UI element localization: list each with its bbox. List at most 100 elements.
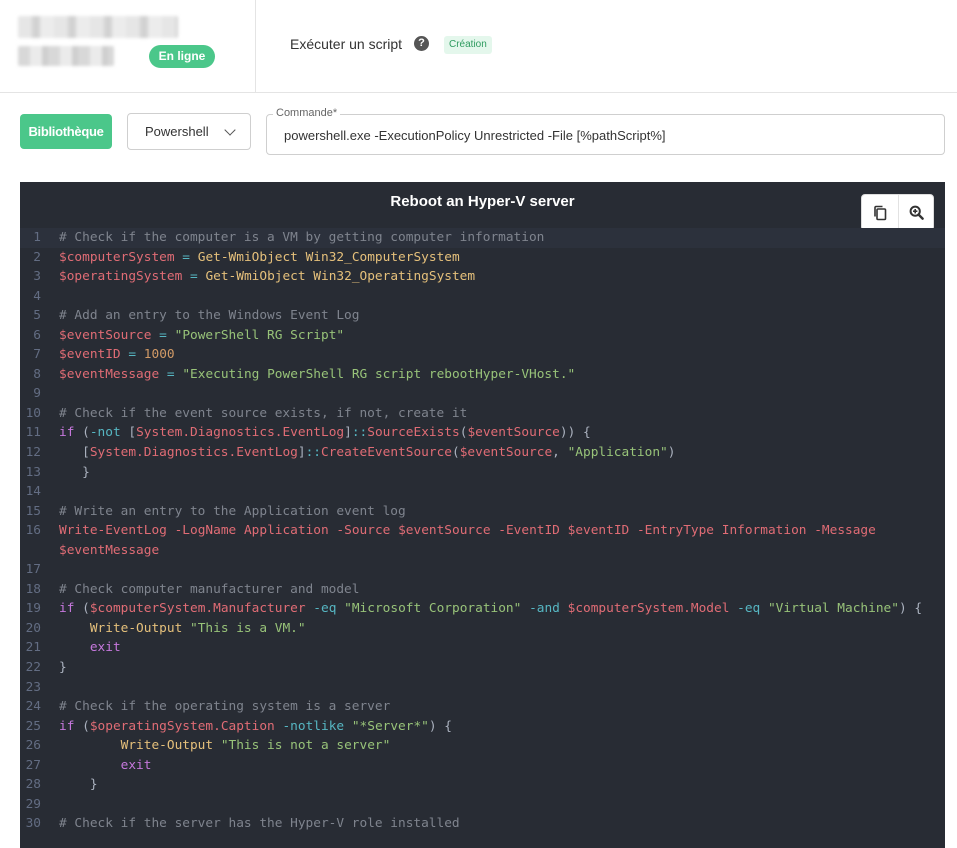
code-token: System.Diagnostics.EventLog xyxy=(89,445,298,461)
chevron-down-icon xyxy=(224,124,236,136)
code-token: if xyxy=(59,718,75,734)
header-bar: En ligne Exécuter un script ? Création xyxy=(0,0,957,93)
code-token: ] xyxy=(297,445,306,461)
code-token: # Add an entry to the Windows Event Log xyxy=(59,308,360,324)
copy-icon xyxy=(874,205,887,220)
line-number: 22 xyxy=(25,660,41,676)
code-token: exit xyxy=(120,757,152,773)
code-line: 20 Write-Output "This is a VM." xyxy=(20,619,945,639)
code-line: 29 xyxy=(20,795,945,815)
code-token: ( xyxy=(451,445,460,461)
status-badge: En ligne xyxy=(149,45,215,68)
editor-toolbar xyxy=(861,194,934,231)
code-line: 15 # Write an entry to the Application ev… xyxy=(20,502,945,522)
code-token: ) { xyxy=(898,601,923,617)
line-number: 16 xyxy=(25,523,41,539)
code-token: )) { xyxy=(559,425,591,441)
code-token: -Source xyxy=(336,523,391,539)
code-line: 2 $computerSystem = Get-WmiObject Win32_C… xyxy=(20,248,945,268)
code-token: ] xyxy=(344,425,352,441)
command-field[interactable]: Commande* powershell.exe -ExecutionPolic… xyxy=(266,107,945,155)
code-token: Write-Output xyxy=(120,738,214,754)
code-token: CreateEventSource xyxy=(321,445,452,461)
code-token: $eventID xyxy=(59,347,121,363)
code-text: # Check if the operating system is a ser… xyxy=(59,697,390,717)
code-text: Write-Output "This is a VM." xyxy=(59,619,306,639)
code-text: $eventMessage xyxy=(59,541,159,561)
command-input[interactable]: powershell.exe -ExecutionPolicy Unrestri… xyxy=(284,128,666,143)
code-line: 6 $eventSource = "PowerShell RG Script" xyxy=(20,326,945,346)
code-token: $eventSource xyxy=(398,523,491,539)
line-number: 23 xyxy=(25,679,41,695)
code-text: $operatingSystem = Get-WmiObject Win32_O… xyxy=(59,267,475,287)
line-number: 19 xyxy=(25,601,41,617)
code-text: # Add an entry to the Windows Event Log xyxy=(59,306,359,326)
code-line: 18 # Check computer manufacturer and mode… xyxy=(20,580,945,600)
code-token: = xyxy=(166,366,175,382)
code-text: [System.Diagnostics.EventLog]::CreateEve… xyxy=(59,443,675,463)
line-number: 5 xyxy=(33,308,41,324)
code-text: # Check if the computer is a VM by getti… xyxy=(59,228,544,248)
code-line: 4 xyxy=(20,287,945,307)
code-line: 30 # Check if the server has the Hyper-V … xyxy=(20,814,945,834)
copy-button[interactable] xyxy=(862,195,899,230)
code-line: 3 $operatingSystem = Get-WmiObject Win32_… xyxy=(20,267,945,287)
code-line: 28 } xyxy=(20,775,945,795)
code-token: -EventID xyxy=(498,523,560,539)
library-button[interactable]: Bibliothèque xyxy=(20,114,112,149)
code-token: = xyxy=(190,269,198,285)
code-token: = xyxy=(182,249,191,265)
code-token: :: xyxy=(351,425,368,441)
code-token: ( xyxy=(74,601,90,617)
redacted-device-detail xyxy=(18,46,114,66)
code-token: if xyxy=(59,425,75,441)
code-text: exit xyxy=(59,756,152,776)
code-token: ( xyxy=(74,425,90,441)
code-token: $computerSystem.Manufacturer xyxy=(89,601,306,617)
code-token: $eventMessage xyxy=(59,366,160,382)
code-line: 25 if ($operatingSystem.Caption -notlike … xyxy=(20,717,945,737)
code-area[interactable]: 1 # Check if the computer is a VM by gett… xyxy=(20,228,945,834)
script-editor[interactable]: Reboot an Hyper-V server 1 # Check if the… xyxy=(20,182,945,848)
code-token: "Microsoft Corporation" xyxy=(344,601,522,617)
code-token: "Virtual Machine" xyxy=(767,601,899,617)
question-circle-icon[interactable]: ? xyxy=(414,36,429,51)
code-token: $eventSource xyxy=(459,445,553,461)
code-token: -LogName xyxy=(174,523,237,539)
zoom-button[interactable] xyxy=(898,195,934,230)
code-text: $computerSystem = Get-WmiObject Win32_Co… xyxy=(59,248,460,268)
language-select[interactable]: Powershell xyxy=(127,113,251,150)
code-token: Write-EventLog xyxy=(59,523,167,539)
code-line: 14 xyxy=(20,482,945,502)
code-token: # Check if the operating system is a ser… xyxy=(59,699,391,715)
line-number: 25 xyxy=(25,718,41,734)
line-number: 30 xyxy=(25,816,41,832)
code-token: "This is not a server" xyxy=(220,738,391,754)
line-number: 26 xyxy=(25,738,41,754)
code-token: "This is a VM." xyxy=(190,620,306,636)
code-token: ( xyxy=(74,718,90,734)
code-text: } xyxy=(59,463,90,483)
line-number: 9 xyxy=(33,386,41,402)
code-token: $eventMessage xyxy=(59,542,160,558)
code-token: } xyxy=(59,464,90,480)
code-token: $operatingSystem xyxy=(59,269,183,285)
code-token: $eventID xyxy=(567,523,630,539)
code-line: 23 xyxy=(20,678,945,698)
line-number: 27 xyxy=(25,757,41,773)
code-text: Write-Output "This is not a server" xyxy=(59,736,391,756)
line-number: 17 xyxy=(25,562,41,578)
code-line: 7 $eventID = 1000 xyxy=(20,345,945,365)
